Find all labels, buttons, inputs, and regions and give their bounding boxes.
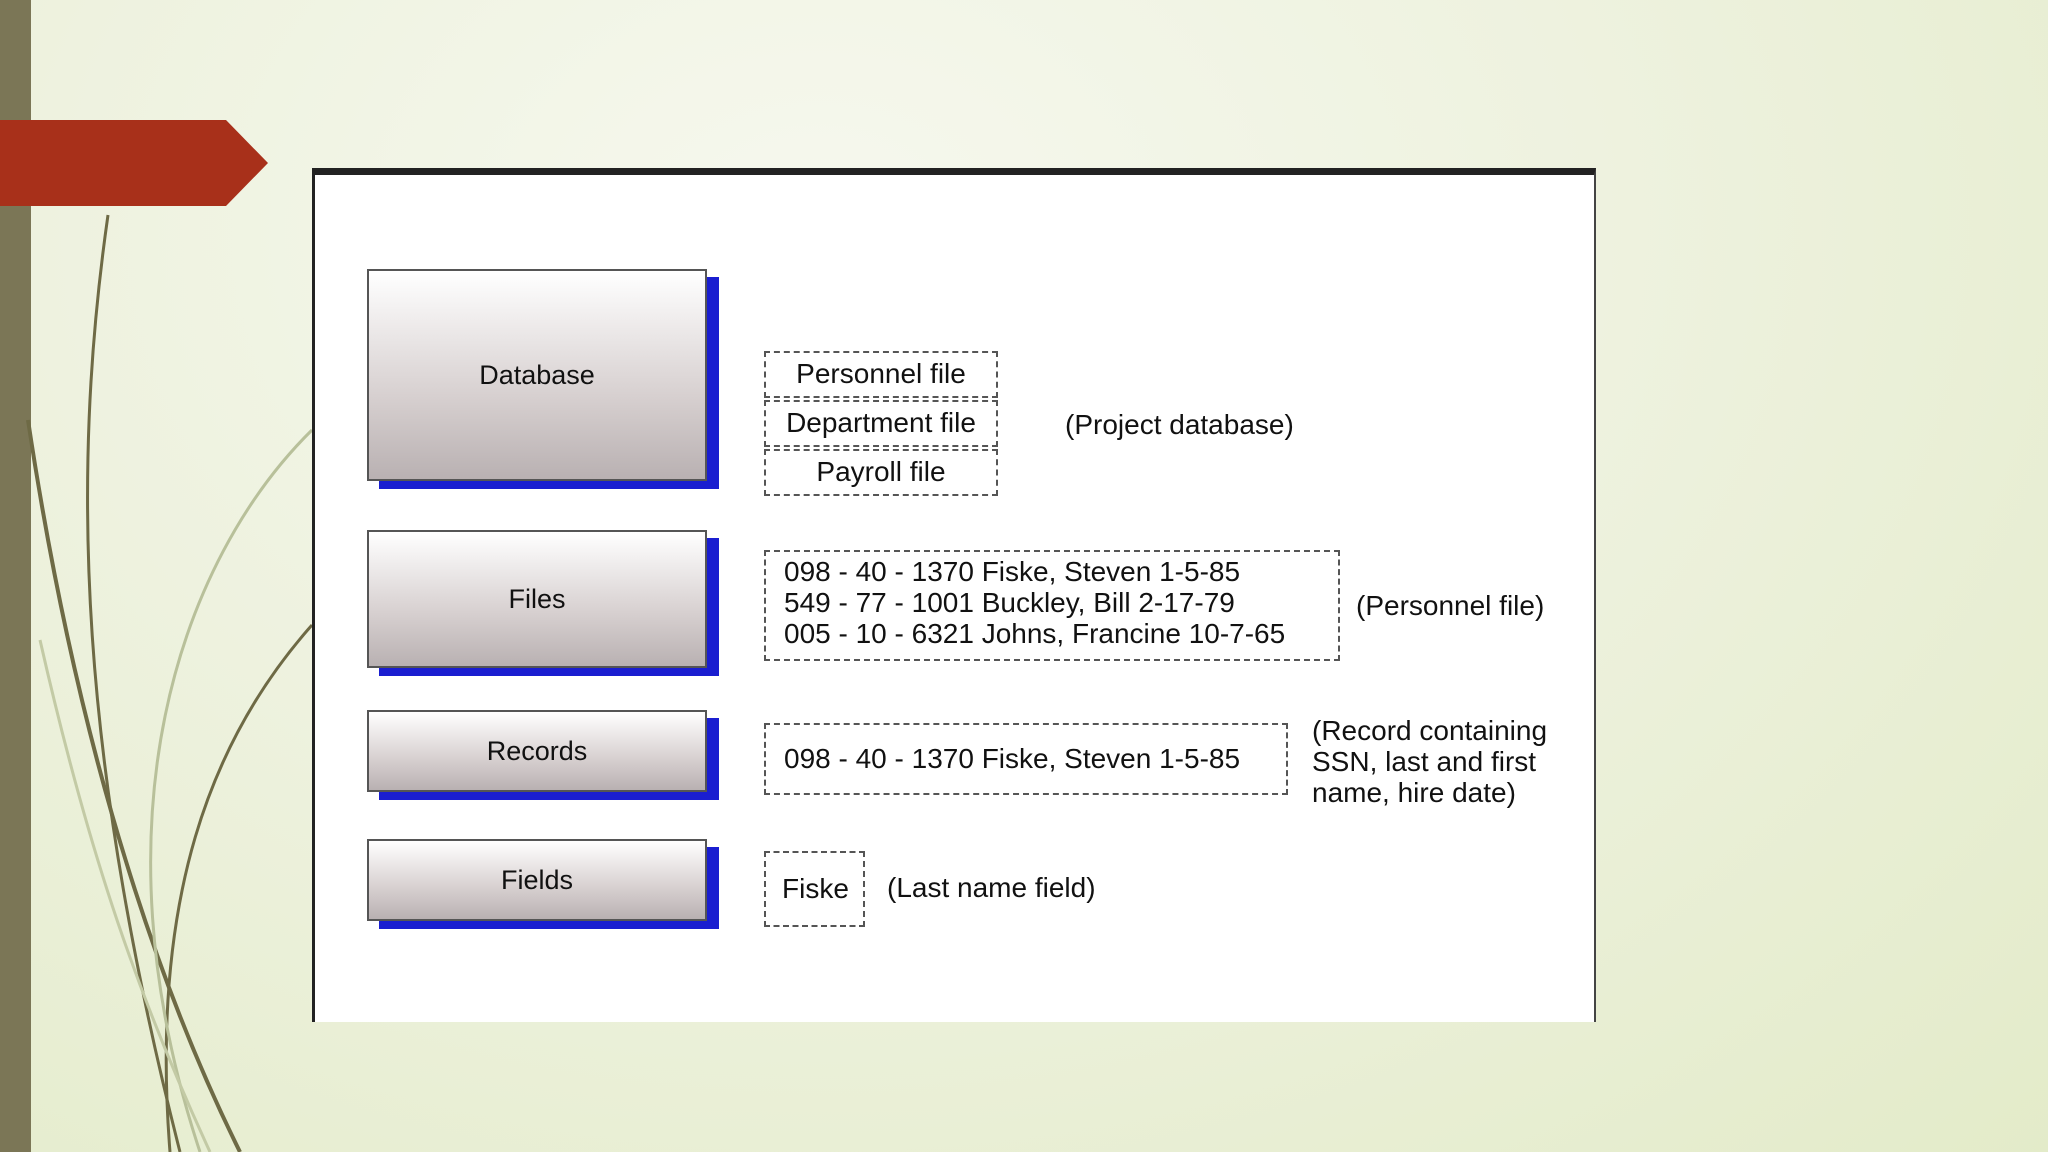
record-note-line: name, hire date)	[1312, 777, 1516, 808]
database-file-item: Payroll file	[764, 449, 998, 496]
file-record-row: 005 - 10 - 6321 Johns, Francine 10-7-65	[784, 618, 1286, 649]
record-note-line: SSN, last and first	[1312, 746, 1537, 777]
fields-box: Fields	[367, 839, 707, 921]
files-label: Files	[508, 583, 566, 614]
files-box: Files	[367, 530, 707, 668]
field-example-text: Fiske	[782, 873, 849, 904]
database-box: Database	[367, 269, 707, 481]
database-file-item: Personnel file	[764, 351, 998, 398]
file-record-row: 098 - 40 - 1370 Fiske, Steven 1-5-85	[784, 556, 1241, 587]
decorative-curves	[26, 214, 314, 1152]
record-example-box: 098 - 40 - 1370 Fiske, Steven 1-5-85	[764, 723, 1288, 795]
records-label: Records	[486, 735, 588, 766]
file-record-row: 549 - 77 - 1001 Buckley, Bill 2-17-79	[784, 587, 1235, 618]
fields-label: Fields	[500, 864, 574, 895]
file-note: (Personnel file)	[1356, 590, 1545, 621]
field-note: (Last name field)	[887, 872, 1096, 903]
record-example-text: 098 - 40 - 1370 Fiske, Steven 1-5-85	[784, 743, 1241, 774]
database-file-item: Department file	[764, 400, 998, 447]
diagram-panel: Database Files Records Fields Personnel …	[312, 168, 1596, 1022]
database-label: Database	[479, 359, 595, 390]
record-note: (Record containing SSN, last and first n…	[1312, 715, 1547, 808]
database-note: (Project database)	[1065, 409, 1294, 440]
field-example-box: Fiske	[764, 851, 865, 927]
records-box: Records	[367, 710, 707, 792]
record-note-line: (Record containing	[1312, 715, 1548, 746]
file-records-box: 098 - 40 - 1370 Fiske, Steven 1-5-85 549…	[764, 550, 1340, 661]
